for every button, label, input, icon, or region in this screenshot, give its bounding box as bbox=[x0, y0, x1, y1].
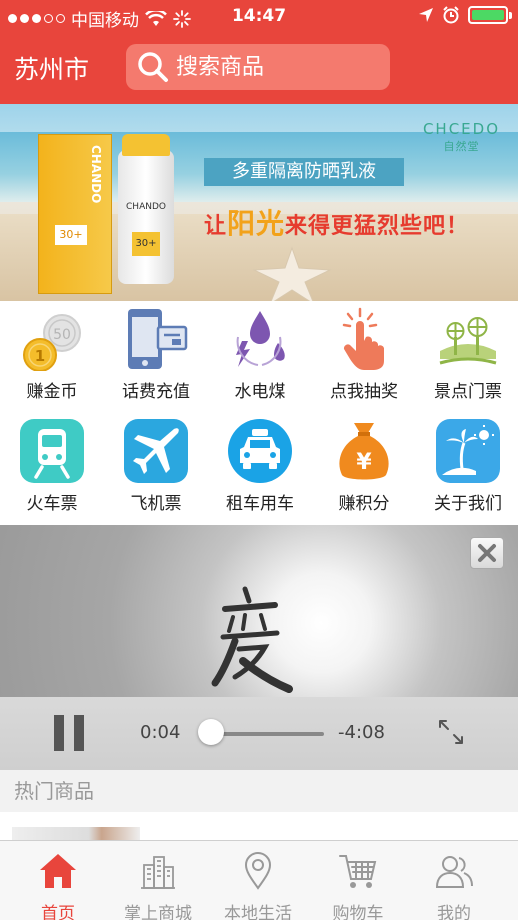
close-icon bbox=[478, 544, 496, 562]
top-bar: 中国移动 14:47 苏州市 bbox=[0, 0, 518, 104]
train-icon bbox=[20, 419, 84, 483]
fullscreen-icon[interactable] bbox=[436, 717, 466, 747]
grid-item-car-rental[interactable]: 租车用车 bbox=[208, 413, 312, 525]
grid-item-lottery[interactable]: 点我抽奖 bbox=[312, 301, 416, 413]
location-icon bbox=[244, 852, 272, 890]
grid-item-about-us[interactable]: 关于我们 bbox=[416, 413, 518, 525]
grid-item-flight-tickets[interactable]: 飞机票 bbox=[104, 413, 208, 525]
tab-local-life[interactable]: 本地生活 bbox=[208, 841, 308, 920]
money-bag-icon: ¥ bbox=[339, 423, 389, 480]
pause-button[interactable] bbox=[54, 715, 84, 751]
grid-label: 飞机票 bbox=[130, 494, 182, 514]
lottery-tap-icon bbox=[342, 307, 384, 370]
coins-icon: 50 1 bbox=[23, 314, 81, 371]
sunscreen-box-image: CHANDO 30+ bbox=[38, 134, 112, 294]
home-icon bbox=[40, 854, 76, 888]
grid-label: 景点门票 bbox=[434, 382, 502, 402]
hot-products-title: 热门商品 bbox=[0, 770, 518, 812]
shortcut-grid: 50 1 赚金币 话费充值 水电煤 点我抽奖 景点门票 火车票 飞机票 租车用车… bbox=[0, 301, 518, 525]
remaining-time: -4:08 bbox=[338, 722, 385, 743]
tab-home[interactable]: 首页 bbox=[8, 841, 108, 920]
grid-item-earn-points[interactable]: ¥ 赚积分 bbox=[312, 413, 416, 525]
search-icon bbox=[138, 52, 168, 82]
grid-label: 点我抽奖 bbox=[330, 382, 398, 402]
grid-label: 关于我们 bbox=[434, 494, 502, 514]
battery-icon bbox=[468, 6, 512, 24]
scenic-ticket-icon bbox=[439, 317, 497, 365]
grid-item-utilities[interactable]: 水电煤 bbox=[208, 301, 312, 413]
tab-label: 首页 bbox=[41, 904, 75, 920]
progress-knob[interactable] bbox=[198, 719, 224, 745]
tab-label: 本地生活 bbox=[224, 904, 292, 920]
starfish-icon bbox=[252, 246, 332, 301]
tab-mall[interactable]: 掌上商城 bbox=[108, 841, 208, 920]
tab-cart[interactable]: 购物车 bbox=[308, 841, 408, 920]
grid-label: 话费充值 bbox=[122, 382, 190, 402]
tab-bar: 首页 掌上商城 本地生活 购物车 我的 bbox=[0, 840, 518, 920]
grid-label: 水电煤 bbox=[234, 382, 286, 402]
user-icon bbox=[435, 856, 473, 888]
grid-label: 火车票 bbox=[26, 494, 78, 514]
grid-item-train-tickets[interactable]: 火车票 bbox=[0, 413, 104, 525]
calligraphy-artwork bbox=[211, 586, 293, 693]
grid-label: 租车用车 bbox=[226, 494, 294, 514]
promo-banner[interactable]: CHANDO 30+ CHANDO 30+ 多重隔离防晒乳液 让阳光来得更猛烈些… bbox=[0, 104, 518, 301]
banner-slogan: 让阳光来得更猛烈些吧！ bbox=[204, 207, 470, 240]
video-controls: 0:04 -4:08 bbox=[0, 697, 518, 770]
svg-text:¥: ¥ bbox=[356, 450, 372, 475]
tab-label: 我的 bbox=[437, 904, 471, 920]
close-video-button[interactable] bbox=[470, 537, 504, 569]
svg-text:1: 1 bbox=[35, 347, 45, 365]
video-player[interactable]: 0:04 -4:08 bbox=[0, 525, 518, 770]
mall-icon bbox=[141, 856, 175, 889]
alarm-clock-icon bbox=[443, 6, 459, 24]
grid-label: 赚金币 bbox=[26, 382, 78, 402]
taxi-icon bbox=[228, 419, 292, 483]
tab-label: 购物车 bbox=[332, 904, 384, 920]
grid-item-scenic-tickets[interactable]: 景点门票 bbox=[416, 301, 518, 413]
search-input[interactable] bbox=[176, 54, 376, 80]
brand-logo: CHCEDO 自然堂 bbox=[422, 120, 500, 153]
search-bar[interactable] bbox=[126, 44, 390, 90]
tab-label: 掌上商城 bbox=[124, 904, 192, 920]
current-time: 0:04 bbox=[140, 722, 181, 743]
hot-product-item[interactable] bbox=[0, 812, 518, 842]
city-selector[interactable]: 苏州市 bbox=[14, 50, 89, 86]
grid-label: 赚积分 bbox=[338, 494, 390, 514]
status-bar: 中国移动 14:47 bbox=[0, 0, 518, 34]
island-icon bbox=[436, 419, 500, 483]
grid-item-earn-coins[interactable]: 50 1 赚金币 bbox=[0, 301, 104, 413]
sunscreen-bottle-image: CHANDO 30+ bbox=[118, 134, 174, 284]
airplane-icon bbox=[124, 419, 188, 483]
cart-icon bbox=[339, 855, 377, 888]
tab-me[interactable]: 我的 bbox=[404, 841, 504, 920]
phone-recharge-icon bbox=[128, 309, 188, 369]
grid-item-phone-recharge[interactable]: 话费充值 bbox=[104, 301, 208, 413]
svg-text:50: 50 bbox=[53, 327, 71, 343]
banner-headline: 多重隔离防晒乳液 bbox=[204, 158, 404, 186]
utilities-icon bbox=[236, 311, 285, 367]
location-arrow-icon bbox=[419, 8, 433, 22]
